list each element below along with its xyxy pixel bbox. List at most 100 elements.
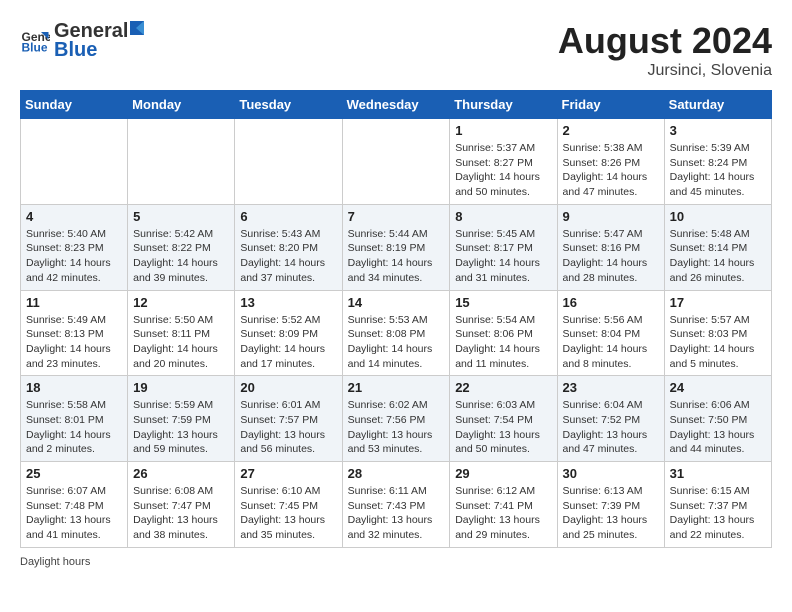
day-number: 17 xyxy=(670,295,766,310)
footer-note: Daylight hours xyxy=(20,556,772,568)
day-info: Sunrise: 5:49 AMSunset: 8:13 PMDaylight:… xyxy=(26,313,122,372)
calendar-day-header: Monday xyxy=(128,91,235,119)
logo-icon: General Blue xyxy=(20,26,50,56)
day-number: 18 xyxy=(26,380,122,395)
calendar-day-cell xyxy=(342,119,450,205)
calendar-day-cell xyxy=(128,119,235,205)
day-number: 3 xyxy=(670,123,766,138)
day-info: Sunrise: 5:42 AMSunset: 8:22 PMDaylight:… xyxy=(133,227,229,286)
calendar-day-cell: 17 Sunrise: 5:57 AMSunset: 8:03 PMDaylig… xyxy=(664,290,771,376)
calendar-day-cell: 11 Sunrise: 5:49 AMSunset: 8:13 PMDaylig… xyxy=(21,290,128,376)
day-info: Sunrise: 5:44 AMSunset: 8:19 PMDaylight:… xyxy=(348,227,445,286)
location-subtitle: Jursinci, Slovenia xyxy=(558,62,772,80)
day-info: Sunrise: 5:56 AMSunset: 8:04 PMDaylight:… xyxy=(563,313,659,372)
day-number: 14 xyxy=(348,295,445,310)
calendar-week-row: 25 Sunrise: 6:07 AMSunset: 7:48 PMDaylig… xyxy=(21,462,772,548)
calendar-week-row: 4 Sunrise: 5:40 AMSunset: 8:23 PMDayligh… xyxy=(21,204,772,290)
calendar-day-header: Saturday xyxy=(664,91,771,119)
calendar-header-row: SundayMondayTuesdayWednesdayThursdayFrid… xyxy=(21,91,772,119)
page-header: General Blue General Blue August 2024 Ju… xyxy=(20,20,772,80)
calendar-day-cell: 21 Sunrise: 6:02 AMSunset: 7:56 PMDaylig… xyxy=(342,376,450,462)
day-info: Sunrise: 5:53 AMSunset: 8:08 PMDaylight:… xyxy=(348,313,445,372)
calendar-day-cell: 13 Sunrise: 5:52 AMSunset: 8:09 PMDaylig… xyxy=(235,290,342,376)
day-number: 19 xyxy=(133,380,229,395)
calendar-day-cell: 16 Sunrise: 5:56 AMSunset: 8:04 PMDaylig… xyxy=(557,290,664,376)
calendar-day-cell: 28 Sunrise: 6:11 AMSunset: 7:43 PMDaylig… xyxy=(342,462,450,548)
day-number: 4 xyxy=(26,209,122,224)
day-number: 12 xyxy=(133,295,229,310)
day-number: 23 xyxy=(563,380,659,395)
day-info: Sunrise: 5:57 AMSunset: 8:03 PMDaylight:… xyxy=(670,313,766,372)
calendar-day-cell xyxy=(235,119,342,205)
day-number: 21 xyxy=(348,380,445,395)
day-info: Sunrise: 6:11 AMSunset: 7:43 PMDaylight:… xyxy=(348,484,445,543)
day-info: Sunrise: 5:48 AMSunset: 8:14 PMDaylight:… xyxy=(670,227,766,286)
day-info: Sunrise: 6:03 AMSunset: 7:54 PMDaylight:… xyxy=(455,398,551,457)
calendar-day-cell: 15 Sunrise: 5:54 AMSunset: 8:06 PMDaylig… xyxy=(450,290,557,376)
logo-flag-icon xyxy=(128,21,146,43)
day-number: 1 xyxy=(455,123,551,138)
calendar-day-cell: 7 Sunrise: 5:44 AMSunset: 8:19 PMDayligh… xyxy=(342,204,450,290)
day-info: Sunrise: 5:37 AMSunset: 8:27 PMDaylight:… xyxy=(455,141,551,200)
day-info: Sunrise: 5:45 AMSunset: 8:17 PMDaylight:… xyxy=(455,227,551,286)
day-number: 9 xyxy=(563,209,659,224)
calendar-week-row: 11 Sunrise: 5:49 AMSunset: 8:13 PMDaylig… xyxy=(21,290,772,376)
calendar-day-cell: 30 Sunrise: 6:13 AMSunset: 7:39 PMDaylig… xyxy=(557,462,664,548)
calendar-day-cell: 1 Sunrise: 5:37 AMSunset: 8:27 PMDayligh… xyxy=(450,119,557,205)
day-info: Sunrise: 6:06 AMSunset: 7:50 PMDaylight:… xyxy=(670,398,766,457)
calendar-day-cell: 25 Sunrise: 6:07 AMSunset: 7:48 PMDaylig… xyxy=(21,462,128,548)
calendar-day-cell: 31 Sunrise: 6:15 AMSunset: 7:37 PMDaylig… xyxy=(664,462,771,548)
calendar-day-cell: 2 Sunrise: 5:38 AMSunset: 8:26 PMDayligh… xyxy=(557,119,664,205)
calendar-week-row: 1 Sunrise: 5:37 AMSunset: 8:27 PMDayligh… xyxy=(21,119,772,205)
day-number: 10 xyxy=(670,209,766,224)
day-number: 24 xyxy=(670,380,766,395)
calendar-day-cell: 12 Sunrise: 5:50 AMSunset: 8:11 PMDaylig… xyxy=(128,290,235,376)
calendar-day-header: Sunday xyxy=(21,91,128,119)
day-info: Sunrise: 6:04 AMSunset: 7:52 PMDaylight:… xyxy=(563,398,659,457)
day-number: 29 xyxy=(455,466,551,481)
day-number: 7 xyxy=(348,209,445,224)
day-info: Sunrise: 5:59 AMSunset: 7:59 PMDaylight:… xyxy=(133,398,229,457)
logo: General Blue General Blue xyxy=(20,20,146,62)
day-number: 28 xyxy=(348,466,445,481)
calendar-day-cell: 26 Sunrise: 6:08 AMSunset: 7:47 PMDaylig… xyxy=(128,462,235,548)
day-number: 6 xyxy=(240,209,336,224)
calendar-day-cell: 9 Sunrise: 5:47 AMSunset: 8:16 PMDayligh… xyxy=(557,204,664,290)
day-number: 31 xyxy=(670,466,766,481)
day-info: Sunrise: 5:38 AMSunset: 8:26 PMDaylight:… xyxy=(563,141,659,200)
calendar-day-cell: 29 Sunrise: 6:12 AMSunset: 7:41 PMDaylig… xyxy=(450,462,557,548)
day-info: Sunrise: 6:13 AMSunset: 7:39 PMDaylight:… xyxy=(563,484,659,543)
day-info: Sunrise: 5:47 AMSunset: 8:16 PMDaylight:… xyxy=(563,227,659,286)
day-info: Sunrise: 5:50 AMSunset: 8:11 PMDaylight:… xyxy=(133,313,229,372)
day-number: 8 xyxy=(455,209,551,224)
day-number: 20 xyxy=(240,380,336,395)
day-info: Sunrise: 5:58 AMSunset: 8:01 PMDaylight:… xyxy=(26,398,122,457)
calendar-day-cell: 22 Sunrise: 6:03 AMSunset: 7:54 PMDaylig… xyxy=(450,376,557,462)
calendar-day-cell: 5 Sunrise: 5:42 AMSunset: 8:22 PMDayligh… xyxy=(128,204,235,290)
calendar-day-cell: 24 Sunrise: 6:06 AMSunset: 7:50 PMDaylig… xyxy=(664,376,771,462)
day-number: 27 xyxy=(240,466,336,481)
day-info: Sunrise: 6:15 AMSunset: 7:37 PMDaylight:… xyxy=(670,484,766,543)
day-info: Sunrise: 6:02 AMSunset: 7:56 PMDaylight:… xyxy=(348,398,445,457)
calendar-day-cell: 20 Sunrise: 6:01 AMSunset: 7:57 PMDaylig… xyxy=(235,376,342,462)
calendar-day-cell xyxy=(21,119,128,205)
calendar-day-header: Friday xyxy=(557,91,664,119)
day-number: 25 xyxy=(26,466,122,481)
day-number: 22 xyxy=(455,380,551,395)
day-number: 5 xyxy=(133,209,229,224)
day-info: Sunrise: 6:01 AMSunset: 7:57 PMDaylight:… xyxy=(240,398,336,457)
day-info: Sunrise: 5:54 AMSunset: 8:06 PMDaylight:… xyxy=(455,313,551,372)
calendar-day-cell: 8 Sunrise: 5:45 AMSunset: 8:17 PMDayligh… xyxy=(450,204,557,290)
calendar-table: SundayMondayTuesdayWednesdayThursdayFrid… xyxy=(20,90,772,548)
day-info: Sunrise: 5:40 AMSunset: 8:23 PMDaylight:… xyxy=(26,227,122,286)
calendar-day-cell: 3 Sunrise: 5:39 AMSunset: 8:24 PMDayligh… xyxy=(664,119,771,205)
calendar-day-cell: 23 Sunrise: 6:04 AMSunset: 7:52 PMDaylig… xyxy=(557,376,664,462)
calendar-day-cell: 6 Sunrise: 5:43 AMSunset: 8:20 PMDayligh… xyxy=(235,204,342,290)
svg-text:Blue: Blue xyxy=(22,41,48,55)
title-block: August 2024 Jursinci, Slovenia xyxy=(558,20,772,80)
calendar-day-cell: 18 Sunrise: 5:58 AMSunset: 8:01 PMDaylig… xyxy=(21,376,128,462)
day-info: Sunrise: 6:07 AMSunset: 7:48 PMDaylight:… xyxy=(26,484,122,543)
day-info: Sunrise: 5:43 AMSunset: 8:20 PMDaylight:… xyxy=(240,227,336,286)
day-number: 11 xyxy=(26,295,122,310)
day-number: 30 xyxy=(563,466,659,481)
